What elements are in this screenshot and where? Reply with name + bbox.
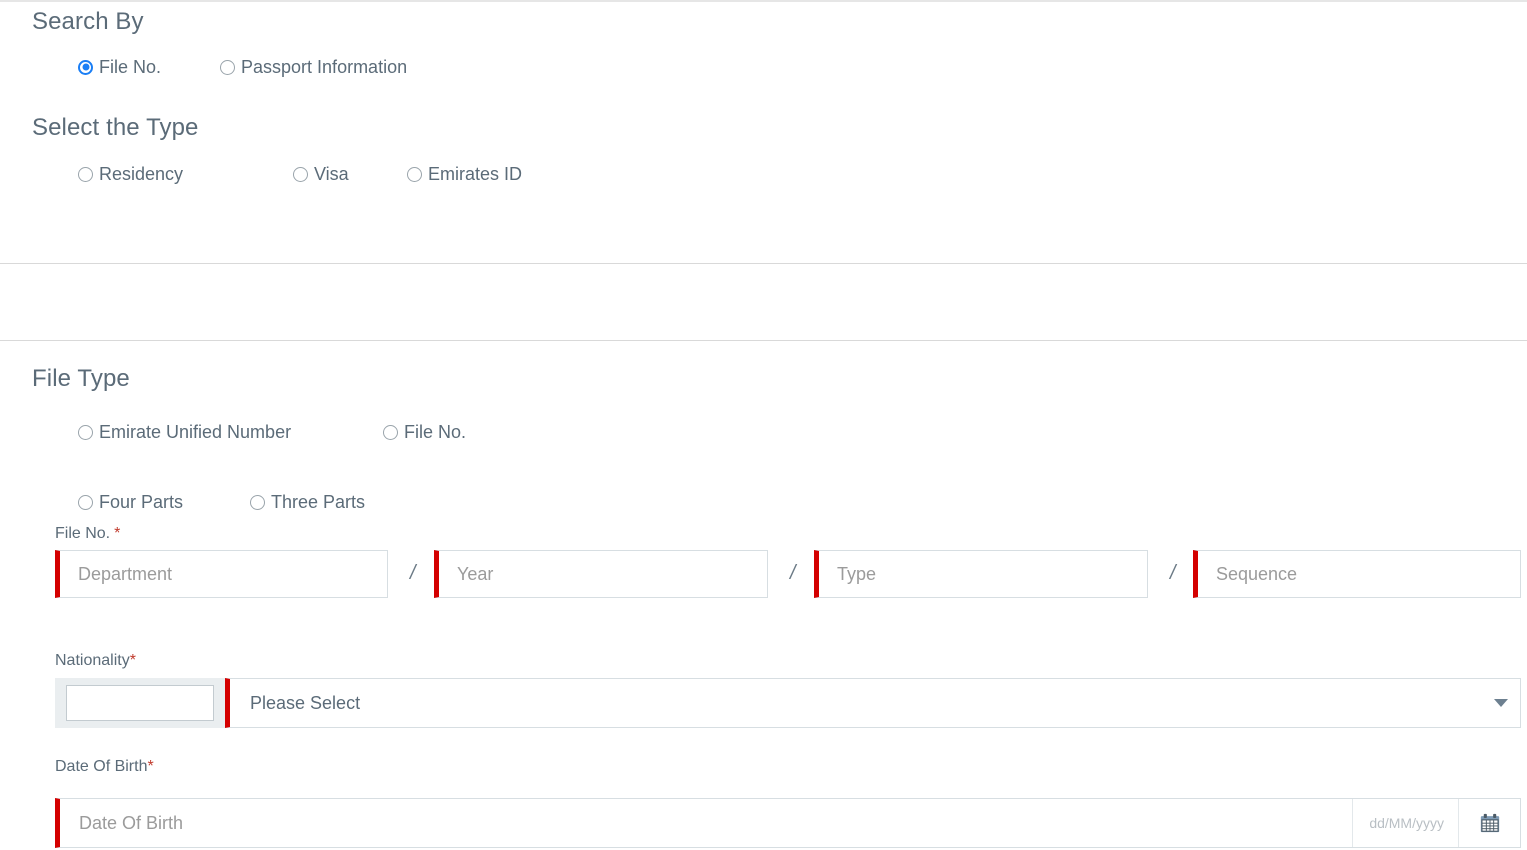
file-no-separator-3: / bbox=[1170, 562, 1176, 584]
required-asterisk: * bbox=[114, 525, 121, 542]
file-no-sequence-placeholder: Sequence bbox=[1216, 563, 1298, 584]
required-asterisk: * bbox=[129, 652, 136, 669]
required-asterisk: * bbox=[147, 758, 154, 775]
file-no-type-placeholder: Type bbox=[837, 563, 877, 584]
select-type-option-visa[interactable]: Visa bbox=[293, 165, 407, 183]
nationality-selected-value: Please Select bbox=[250, 692, 361, 713]
radio-unselected-icon bbox=[407, 166, 422, 182]
radio-selected-icon bbox=[78, 494, 93, 510]
search-by-radio-group: File No. Passport Information bbox=[78, 58, 407, 76]
date-of-birth-label: Date Of Birth* bbox=[55, 758, 154, 776]
file-no-separator-2: / bbox=[790, 562, 796, 584]
file-no-year-input[interactable]: Year bbox=[434, 550, 768, 598]
file-parts-radio-group: Four Parts Three Parts bbox=[78, 493, 365, 511]
select-type-option-residency[interactable]: Residency bbox=[78, 165, 293, 183]
date-of-birth-input[interactable]: Date Of Birth bbox=[60, 799, 1352, 847]
file-parts-option-three-parts[interactable]: Three Parts bbox=[250, 493, 365, 511]
file-no-separator-1: / bbox=[410, 562, 416, 584]
date-picker-button[interactable] bbox=[1458, 799, 1520, 847]
nationality-select[interactable]: Please Select bbox=[225, 678, 1521, 728]
section-divider-bottom bbox=[0, 340, 1527, 341]
file-no-year-placeholder: Year bbox=[457, 563, 494, 584]
file-parts-option-three-parts-label: Three Parts bbox=[271, 492, 366, 512]
search-by-option-file-no[interactable]: File No. bbox=[78, 58, 161, 76]
nationality-code-container bbox=[55, 678, 225, 728]
file-type-radio-group: Emirate Unified Number File No. bbox=[78, 423, 466, 441]
file-type-option-file-no[interactable]: File No. bbox=[383, 423, 466, 441]
select-type-option-emirates-id-label: Emirates ID bbox=[428, 164, 523, 184]
radio-selected-icon bbox=[293, 166, 308, 182]
calendar-icon bbox=[1480, 813, 1499, 833]
radio-selected-icon bbox=[78, 59, 93, 75]
date-of-birth-placeholder: Date Of Birth bbox=[79, 812, 184, 833]
file-no-sequence-input[interactable]: Sequence bbox=[1193, 550, 1521, 598]
file-type-option-file-no-label: File No. bbox=[404, 422, 467, 442]
file-no-department-input[interactable]: Department bbox=[55, 550, 388, 598]
file-type-option-emirate-unified-number-label: Emirate Unified Number bbox=[99, 422, 292, 442]
radio-unselected-icon bbox=[250, 494, 265, 510]
file-parts-option-four-parts-label: Four Parts bbox=[99, 492, 184, 512]
section-divider-top bbox=[0, 263, 1527, 264]
search-by-option-passport-information[interactable]: Passport Information bbox=[220, 58, 407, 76]
file-type-option-emirate-unified-number[interactable]: Emirate Unified Number bbox=[78, 423, 383, 441]
nationality-field: Please Select bbox=[55, 678, 1521, 728]
file-parts-option-four-parts[interactable]: Four Parts bbox=[78, 493, 250, 511]
search-by-option-file-no-label: File No. bbox=[99, 57, 162, 77]
nationality-code-input[interactable] bbox=[66, 685, 214, 721]
file-type-title: File Type bbox=[32, 365, 130, 392]
select-type-option-residency-label: Residency bbox=[99, 164, 184, 184]
search-by-title: Search By bbox=[32, 8, 144, 35]
search-by-option-passport-information-label: Passport Information bbox=[241, 57, 408, 77]
radio-selected-icon bbox=[383, 424, 398, 440]
file-no-label: File No. * bbox=[55, 525, 120, 543]
file-no-type-input[interactable]: Type bbox=[814, 550, 1148, 598]
nationality-label-text: Nationality bbox=[55, 652, 130, 669]
date-of-birth-format-hint: dd/MM/yyyy bbox=[1352, 799, 1458, 847]
chevron-down-icon bbox=[1494, 699, 1508, 707]
nationality-label: Nationality* bbox=[55, 652, 136, 670]
select-type-option-emirates-id[interactable]: Emirates ID bbox=[407, 165, 522, 183]
select-type-title: Select the Type bbox=[32, 114, 199, 141]
date-of-birth-label-text: Date Of Birth bbox=[55, 758, 148, 775]
file-no-department-placeholder: Department bbox=[78, 563, 173, 584]
file-no-label-text: File No. bbox=[55, 525, 111, 542]
search-form-page: Search By File No. Passport Information … bbox=[0, 0, 1527, 850]
radio-unselected-icon bbox=[78, 424, 93, 440]
radio-unselected-icon bbox=[78, 166, 93, 182]
radio-unselected-icon bbox=[220, 59, 236, 75]
select-type-radio-group: Residency Visa Emirates ID bbox=[78, 165, 522, 183]
select-type-option-visa-label: Visa bbox=[314, 164, 349, 184]
date-of-birth-field: Date Of Birth dd/MM/yyyy bbox=[55, 798, 1521, 848]
